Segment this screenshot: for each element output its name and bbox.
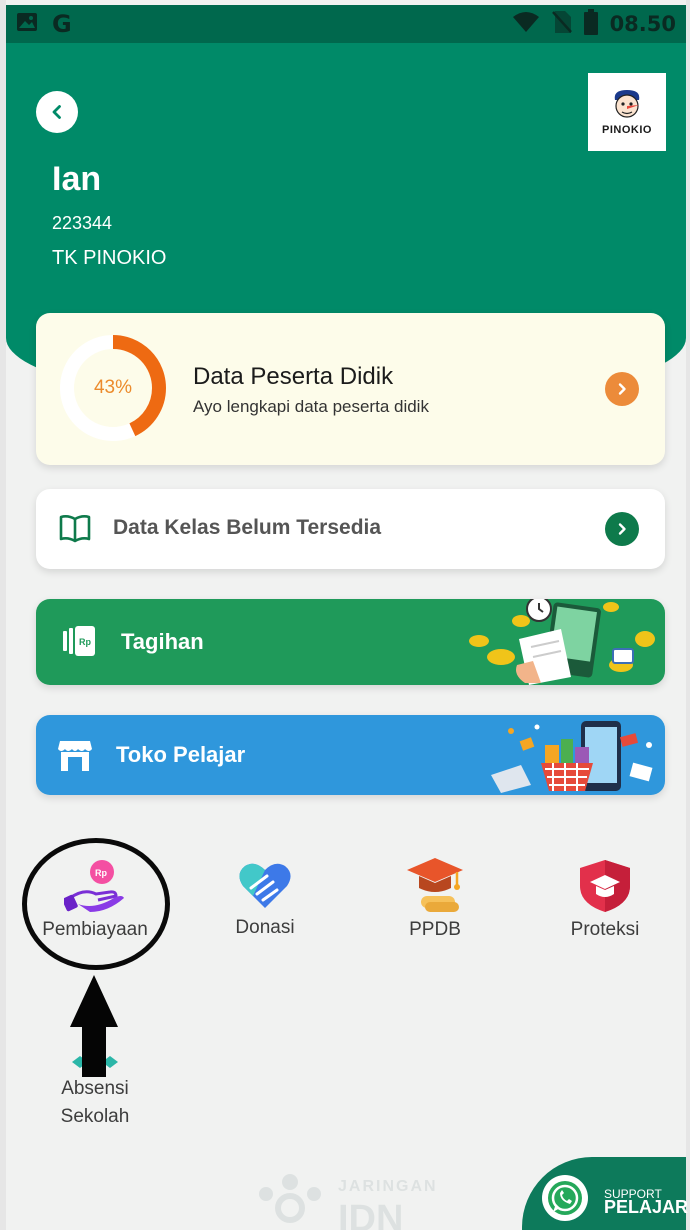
school-logo-text: PINOKIO: [602, 124, 652, 136]
google-icon: G: [52, 10, 72, 38]
student-data-arrow-button[interactable]: [605, 372, 639, 406]
svg-text:Rp: Rp: [79, 637, 91, 647]
graduation-cap-icon: [407, 858, 463, 912]
chevron-right-icon: [618, 523, 626, 535]
menu-ppdb[interactable]: PPDB: [370, 856, 500, 941]
battery-icon: [583, 8, 598, 40]
support-pelajar-button[interactable]: SUPPORT PELAJAR: [522, 1157, 689, 1230]
absensi-label-line2: Sekolah: [60, 1106, 130, 1127]
idn-logo-icon: [259, 1174, 321, 1223]
student-data-subtitle: Ayo lengkapi data peserta didik: [193, 397, 429, 416]
support-big-text: PELAJAR: [604, 1197, 689, 1217]
whatsapp-icon: [542, 1175, 588, 1221]
class-data-arrow-button[interactable]: [605, 512, 639, 546]
menu-proteksi[interactable]: Proteksi: [540, 858, 670, 941]
school-logo: PINOKIO: [588, 73, 666, 151]
ppdb-label: PPDB: [409, 919, 461, 940]
user-school: TK PINOKIO: [52, 247, 167, 269]
wifi-icon: [512, 11, 540, 38]
tagihan-label: Tagihan: [121, 629, 204, 654]
open-book-icon: [59, 515, 91, 543]
progress-percent: 43%: [93, 377, 133, 398]
chevron-left-icon: [52, 105, 61, 119]
status-time: 08.50: [609, 12, 676, 36]
store-icon: [58, 741, 92, 771]
arrow-up-annotation: [70, 975, 118, 1077]
donasi-label: Donasi: [235, 917, 295, 938]
toko-pelajar-card[interactable]: Toko Pelajar: [36, 715, 665, 795]
chevron-right-icon: [618, 383, 626, 395]
bill-icon: Rp: [63, 626, 95, 656]
student-data-card[interactable]: 43% Data Peserta Didik Ayo lengkapi data…: [36, 313, 665, 465]
frame-right: [686, 0, 690, 1230]
jaringan-idn-watermark: JARINGAN IDN: [250, 1168, 436, 1230]
class-data-label: Data Kelas Belum Tersedia: [113, 516, 382, 539]
image-icon: [16, 12, 38, 37]
pinokio-mascot-icon: [614, 90, 640, 118]
no-sim-icon: [551, 10, 572, 39]
proteksi-label: Proteksi: [570, 919, 640, 940]
status-bar: G 08.50: [6, 5, 686, 43]
user-name: Ian: [52, 160, 102, 198]
watermark-small-text: JARINGAN: [338, 1178, 438, 1195]
back-button[interactable]: [36, 91, 78, 133]
toko-pelajar-label: Toko Pelajar: [116, 742, 246, 767]
student-data-title: Data Peserta Didik: [193, 363, 394, 390]
tagihan-card[interactable]: Rp Tagihan: [36, 599, 665, 685]
donation-heart-icon: [239, 863, 291, 908]
protection-shield-icon: [580, 860, 630, 912]
watermark-big-text: IDN: [338, 1198, 404, 1230]
menu-donasi[interactable]: Donasi: [200, 860, 330, 939]
absensi-label-line1: Absensi: [61, 1078, 129, 1099]
user-id: 223344: [52, 213, 113, 233]
bill-illustration: [469, 599, 655, 685]
highlight-circle-annotation: [22, 838, 170, 970]
class-data-card[interactable]: Data Kelas Belum Tersedia: [36, 489, 665, 569]
shop-illustration: [491, 721, 653, 793]
